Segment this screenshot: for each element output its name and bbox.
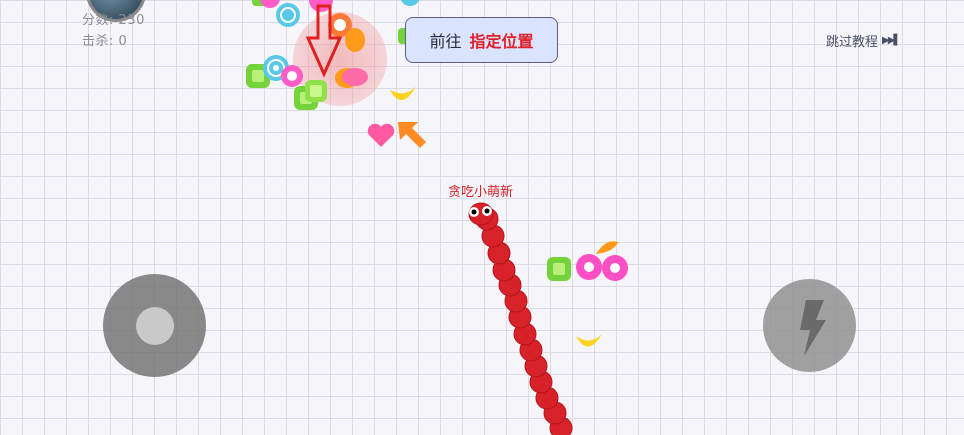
banana-icon [390, 86, 416, 101]
player-snake [468, 202, 573, 435]
skip-tutorial-button[interactable]: 跳过教程 ▶▶▌ [826, 31, 901, 50]
donut-icon [576, 254, 628, 281]
direction-arrow-icon [398, 122, 426, 148]
objective-banner: 前往 指定位置 [405, 17, 558, 63]
joystick-knob[interactable] [136, 307, 174, 345]
candy-icon [342, 68, 368, 86]
skip-tutorial-label: 跳过教程 [826, 35, 879, 50]
player-name: 贪吃小萌新 [448, 185, 514, 200]
fast-forward-icon: ▶▶▌ [882, 35, 901, 46]
objective-prefix: 前往 [429, 32, 462, 51]
objective-target: 指定位置 [469, 32, 534, 51]
lightning-icon [800, 300, 826, 356]
heart-icon [367, 123, 395, 147]
